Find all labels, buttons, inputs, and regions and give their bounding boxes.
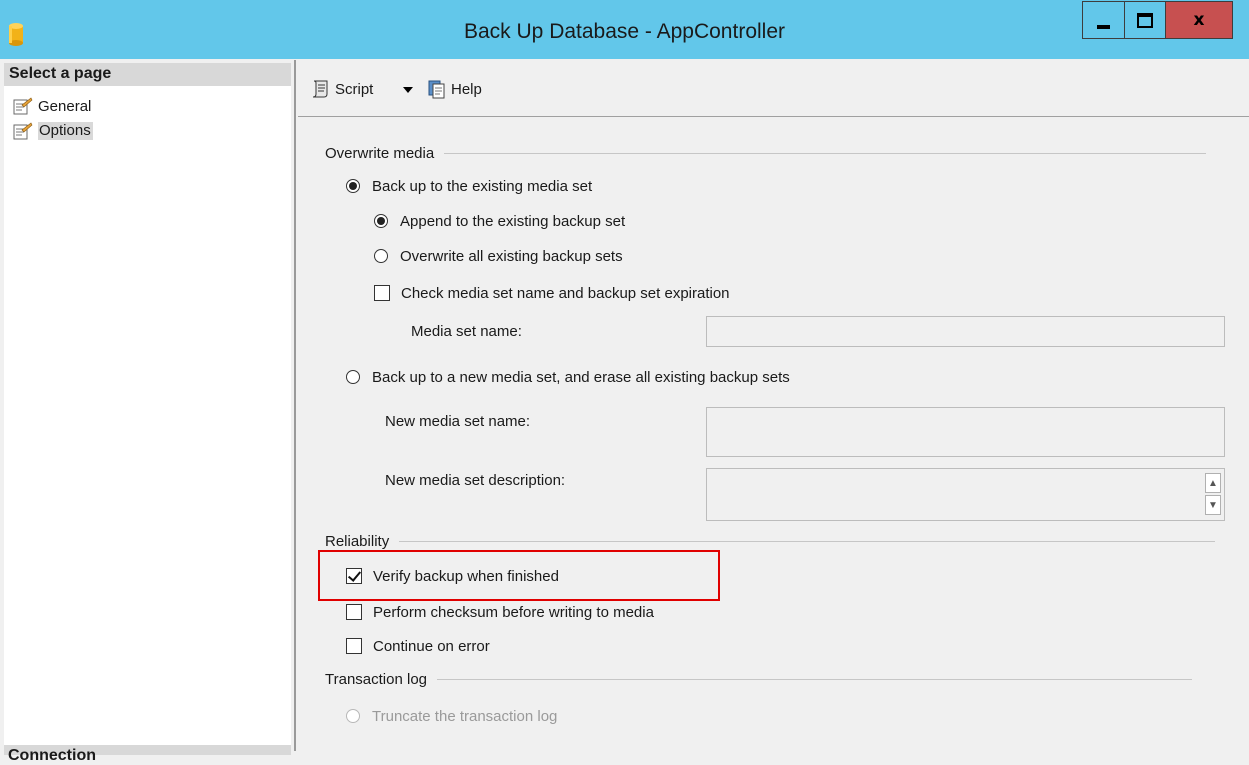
append-radio-row[interactable]: Append to the existing backup set bbox=[374, 210, 625, 232]
new-media-set-name-input[interactable] bbox=[706, 407, 1225, 457]
check-media-checkbox[interactable] bbox=[374, 285, 390, 301]
pane-divider bbox=[294, 60, 296, 751]
continue-error-label: Continue on error bbox=[373, 637, 490, 655]
page-icon bbox=[13, 97, 33, 115]
minimize-button[interactable] bbox=[1082, 1, 1124, 39]
group-divider bbox=[437, 679, 1192, 680]
backup-new-radio-row[interactable]: Back up to a new media set, and erase al… bbox=[346, 366, 790, 388]
checksum-checkbox[interactable] bbox=[346, 604, 362, 620]
page-icon bbox=[13, 122, 33, 140]
close-button[interactable]: x bbox=[1166, 1, 1233, 39]
new-media-set-desc-input[interactable]: ▲ ▼ bbox=[706, 468, 1225, 521]
help-icon bbox=[428, 80, 445, 99]
toolbar: Script Help bbox=[298, 60, 1249, 117]
maximize-button[interactable] bbox=[1124, 1, 1166, 39]
check-media-label: Check media set name and backup set expi… bbox=[401, 284, 730, 302]
help-label: Help bbox=[451, 80, 482, 98]
truncate-radio bbox=[346, 709, 360, 723]
page-item-general[interactable]: General bbox=[13, 95, 91, 117]
select-page-header: Select a page bbox=[4, 63, 291, 86]
check-media-row[interactable]: Check media set name and backup set expi… bbox=[374, 282, 730, 304]
select-page-label: Select a page bbox=[9, 65, 112, 82]
scroll-down-icon[interactable]: ▼ bbox=[1205, 495, 1221, 515]
connection-label: Connection bbox=[8, 747, 96, 764]
group-divider bbox=[444, 153, 1207, 154]
scroll-up-icon[interactable]: ▲ bbox=[1205, 473, 1221, 493]
overwrite-all-label: Overwrite all existing backup sets bbox=[400, 247, 623, 265]
script-button[interactable]: Script bbox=[310, 78, 373, 100]
page-item-options[interactable]: Options bbox=[13, 120, 93, 142]
backup-existing-radio[interactable] bbox=[346, 179, 360, 193]
backup-existing-radio-row[interactable]: Back up to the existing media set bbox=[346, 175, 592, 197]
page-item-label: General bbox=[38, 97, 92, 115]
truncate-radio-row: Truncate the transaction log bbox=[346, 705, 557, 727]
continue-error-row[interactable]: Continue on error bbox=[346, 635, 490, 657]
append-label: Append to the existing backup set bbox=[400, 212, 626, 230]
backup-new-label: Back up to a new media set, and erase al… bbox=[372, 368, 790, 386]
backup-new-radio[interactable] bbox=[346, 370, 360, 384]
checksum-label: Perform checksum before writing to media bbox=[373, 603, 654, 621]
page-selector-pane: Select a page General Options Connection bbox=[4, 63, 291, 764]
script-icon bbox=[312, 80, 328, 98]
backup-existing-label: Back up to the existing media set bbox=[372, 177, 593, 195]
overwrite-all-radio-row[interactable]: Overwrite all existing backup sets bbox=[374, 245, 623, 267]
page-item-label: Options bbox=[38, 122, 93, 140]
script-dropdown-icon[interactable] bbox=[403, 87, 413, 93]
new-media-set-desc-label: New media set description: bbox=[385, 472, 566, 489]
help-button[interactable]: Help bbox=[427, 78, 482, 100]
script-label: Script bbox=[335, 80, 374, 98]
media-set-name-input[interactable] bbox=[706, 316, 1225, 347]
reliability-group-header: Reliability bbox=[325, 533, 1216, 550]
transaction-log-group-header: Transaction log bbox=[325, 671, 1192, 688]
window-title: Back Up Database - AppController bbox=[464, 20, 785, 43]
overwrite-media-heading: Overwrite media bbox=[325, 145, 435, 162]
connection-header: Connection bbox=[4, 745, 291, 764]
reliability-heading: Reliability bbox=[325, 533, 390, 550]
overwrite-all-radio[interactable] bbox=[374, 249, 388, 263]
checksum-row[interactable]: Perform checksum before writing to media bbox=[346, 601, 654, 623]
minimize-icon bbox=[1097, 25, 1110, 29]
close-icon: x bbox=[1193, 10, 1205, 30]
title-bar: Back Up Database - AppController x bbox=[0, 0, 1249, 59]
continue-error-checkbox[interactable] bbox=[346, 638, 362, 654]
media-set-name-label: Media set name: bbox=[411, 323, 522, 340]
append-radio[interactable] bbox=[374, 214, 388, 228]
annotation-highlight-box bbox=[318, 550, 720, 601]
maximize-icon bbox=[1137, 12, 1153, 28]
new-media-set-name-label: New media set name: bbox=[385, 413, 531, 430]
group-divider bbox=[399, 541, 1216, 542]
truncate-label: Truncate the transaction log bbox=[372, 707, 558, 725]
overwrite-media-group-header: Overwrite media bbox=[325, 145, 1207, 162]
transaction-log-heading: Transaction log bbox=[325, 671, 427, 688]
